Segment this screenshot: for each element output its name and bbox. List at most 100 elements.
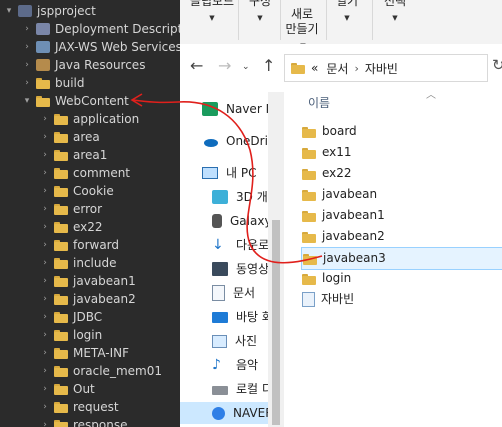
- tree-folder[interactable]: › JDBC: [40, 308, 102, 326]
- tree-folder[interactable]: › error: [40, 200, 102, 218]
- column-header-name[interactable]: 이름: [308, 94, 330, 111]
- file-row-folder-highlighted[interactable]: javabean3: [301, 247, 502, 270]
- expand-arrow-icon[interactable]: ›: [22, 20, 32, 38]
- address-bar[interactable]: « 문서 › 자바빈: [284, 54, 488, 82]
- recent-chevron-icon[interactable]: ⌄: [242, 62, 250, 72]
- sort-caret-icon[interactable]: ︿: [426, 86, 436, 101]
- expand-arrow-icon[interactable]: ›: [40, 326, 50, 344]
- expand-arrow-icon[interactable]: ›: [40, 128, 50, 146]
- expand-arrow-icon[interactable]: ›: [40, 182, 50, 200]
- expand-arrow-icon[interactable]: ›: [40, 290, 50, 308]
- file-row-folder[interactable]: javabean2: [302, 226, 502, 247]
- tree-folder[interactable]: › Out: [40, 380, 95, 398]
- tree-folder[interactable]: › javabean1: [40, 272, 136, 290]
- 3d-objects-icon: [212, 190, 228, 204]
- folder-icon: [54, 203, 68, 215]
- expand-arrow-icon[interactable]: ›: [22, 74, 32, 92]
- ribbon-select-button[interactable]: 선택 ▼: [378, 0, 412, 42]
- tree-folder[interactable]: › META-INF: [40, 344, 129, 362]
- nav-item-documents[interactable]: 문서: [212, 282, 255, 304]
- tree-folder[interactable]: › request: [40, 398, 118, 416]
- collapse-arrow-icon[interactable]: ▾: [4, 2, 14, 20]
- tree-folder[interactable]: › include: [40, 254, 116, 272]
- expand-arrow-icon[interactable]: ›: [40, 362, 50, 380]
- tree-folder[interactable]: › comment: [40, 164, 130, 182]
- tree-folder[interactable]: › ex22: [40, 218, 102, 236]
- expand-arrow-icon[interactable]: ›: [40, 236, 50, 254]
- tree-item-jax-ws[interactable]: › JAX-WS Web Services: [22, 38, 180, 56]
- download-icon: ↓: [212, 237, 224, 253]
- file-row-folder[interactable]: javabean1: [302, 205, 502, 226]
- folder-icon: [302, 189, 316, 201]
- breadcrumb-documents[interactable]: 문서: [326, 60, 348, 77]
- tree-folder[interactable]: › response: [40, 416, 128, 427]
- nav-item-videos[interactable]: 동영상: [212, 258, 269, 280]
- expand-arrow-icon[interactable]: ›: [40, 110, 50, 128]
- nav-item-naver-mybox[interactable]: Naver M: [202, 98, 276, 120]
- up-arrow-icon[interactable]: ↑: [262, 56, 275, 75]
- ribbon-open-button[interactable]: 열기 ▼: [330, 0, 364, 42]
- folder-icon: [54, 329, 68, 341]
- tree-folder[interactable]: › javabean2: [40, 290, 136, 308]
- ribbon-organize-button[interactable]: 구성 ▼: [242, 0, 278, 42]
- folder-icon: [54, 311, 68, 323]
- expand-arrow-icon[interactable]: ›: [40, 272, 50, 290]
- file-row-folder[interactable]: board: [302, 121, 502, 142]
- expand-arrow-icon[interactable]: ›: [40, 380, 50, 398]
- expand-arrow-icon[interactable]: ›: [40, 308, 50, 326]
- dropdown-caret-icon: ▼: [392, 14, 398, 22]
- expand-arrow-icon[interactable]: ›: [40, 200, 50, 218]
- folder-icon: [54, 131, 68, 143]
- tree-folder[interactable]: › login: [40, 326, 102, 344]
- folder-icon: [54, 293, 68, 305]
- tree-folder[interactable]: › Cookie: [40, 182, 114, 200]
- file-row-file[interactable]: 자바빈: [302, 289, 502, 310]
- breadcrumb-chevron-icon[interactable]: ›: [354, 62, 358, 75]
- nav-item-downloads[interactable]: ↓ 다운로: [212, 234, 269, 256]
- nav-item-local-disk[interactable]: 로컬 디: [212, 378, 273, 400]
- music-icon: ♪: [212, 357, 221, 373]
- expand-arrow-icon[interactable]: ›: [40, 164, 50, 182]
- navigation-pane-scrollbar[interactable]: [268, 92, 284, 427]
- back-arrow-icon[interactable]: ←: [190, 56, 203, 75]
- file-row-folder[interactable]: ex11: [302, 142, 502, 163]
- folder-icon: [303, 253, 317, 265]
- address-overflow[interactable]: «: [311, 61, 318, 75]
- scrollbar-thumb[interactable]: [272, 220, 280, 425]
- refresh-icon[interactable]: ↻: [492, 56, 502, 74]
- expand-arrow-icon[interactable]: ›: [40, 146, 50, 164]
- tree-project-jspproject[interactable]: ▾ jspproject: [4, 2, 96, 20]
- nav-item-desktop[interactable]: 바탕 화: [212, 306, 273, 328]
- tree-folder[interactable]: › area: [40, 128, 100, 146]
- ribbon-new-button[interactable]: 새로 만들기 ▼: [280, 0, 324, 50]
- tree-item-webcontent[interactable]: ▾ WebContent: [22, 92, 129, 110]
- nav-item-this-pc[interactable]: 내 PC: [202, 162, 256, 184]
- ribbon-clipboard-button[interactable]: 클립보드 ▼: [188, 0, 236, 42]
- file-row-folder[interactable]: login: [302, 268, 502, 289]
- expand-arrow-icon[interactable]: ›: [40, 416, 50, 427]
- tree-folder[interactable]: › application: [40, 110, 139, 128]
- expand-arrow-icon[interactable]: ›: [40, 398, 50, 416]
- web-services-icon: [36, 41, 50, 53]
- breadcrumb-current[interactable]: 자바빈: [365, 60, 398, 77]
- nav-item-pictures[interactable]: 사진: [212, 330, 257, 352]
- collapse-arrow-icon[interactable]: ▾: [22, 92, 32, 110]
- file-row-folder[interactable]: ex22: [302, 163, 502, 184]
- tree-item-java-resources[interactable]: › Java Resources: [22, 56, 145, 74]
- tree-item-deployment-descriptor[interactable]: › Deployment Descriptor: [22, 20, 180, 38]
- nav-item-music[interactable]: ♪ 음악: [212, 354, 258, 376]
- file-row-folder[interactable]: javabean: [302, 184, 502, 205]
- dropdown-caret-icon: ▼: [257, 14, 263, 22]
- tree-folder[interactable]: › forward: [40, 236, 119, 254]
- forward-arrow-icon[interactable]: →: [218, 56, 231, 75]
- expand-arrow-icon[interactable]: ›: [40, 218, 50, 236]
- tree-folder[interactable]: › oracle_mem01: [40, 362, 162, 380]
- expand-arrow-icon[interactable]: ›: [22, 56, 32, 74]
- expand-arrow-icon[interactable]: ›: [40, 254, 50, 272]
- expand-arrow-icon[interactable]: ›: [40, 344, 50, 362]
- desktop-icon: [212, 311, 228, 323]
- tree-folder[interactable]: › area1: [40, 146, 107, 164]
- tree-item-build[interactable]: › build: [22, 74, 84, 92]
- nav-item-galaxy[interactable]: Galaxy: [212, 210, 272, 232]
- expand-arrow-icon[interactable]: ›: [22, 38, 32, 56]
